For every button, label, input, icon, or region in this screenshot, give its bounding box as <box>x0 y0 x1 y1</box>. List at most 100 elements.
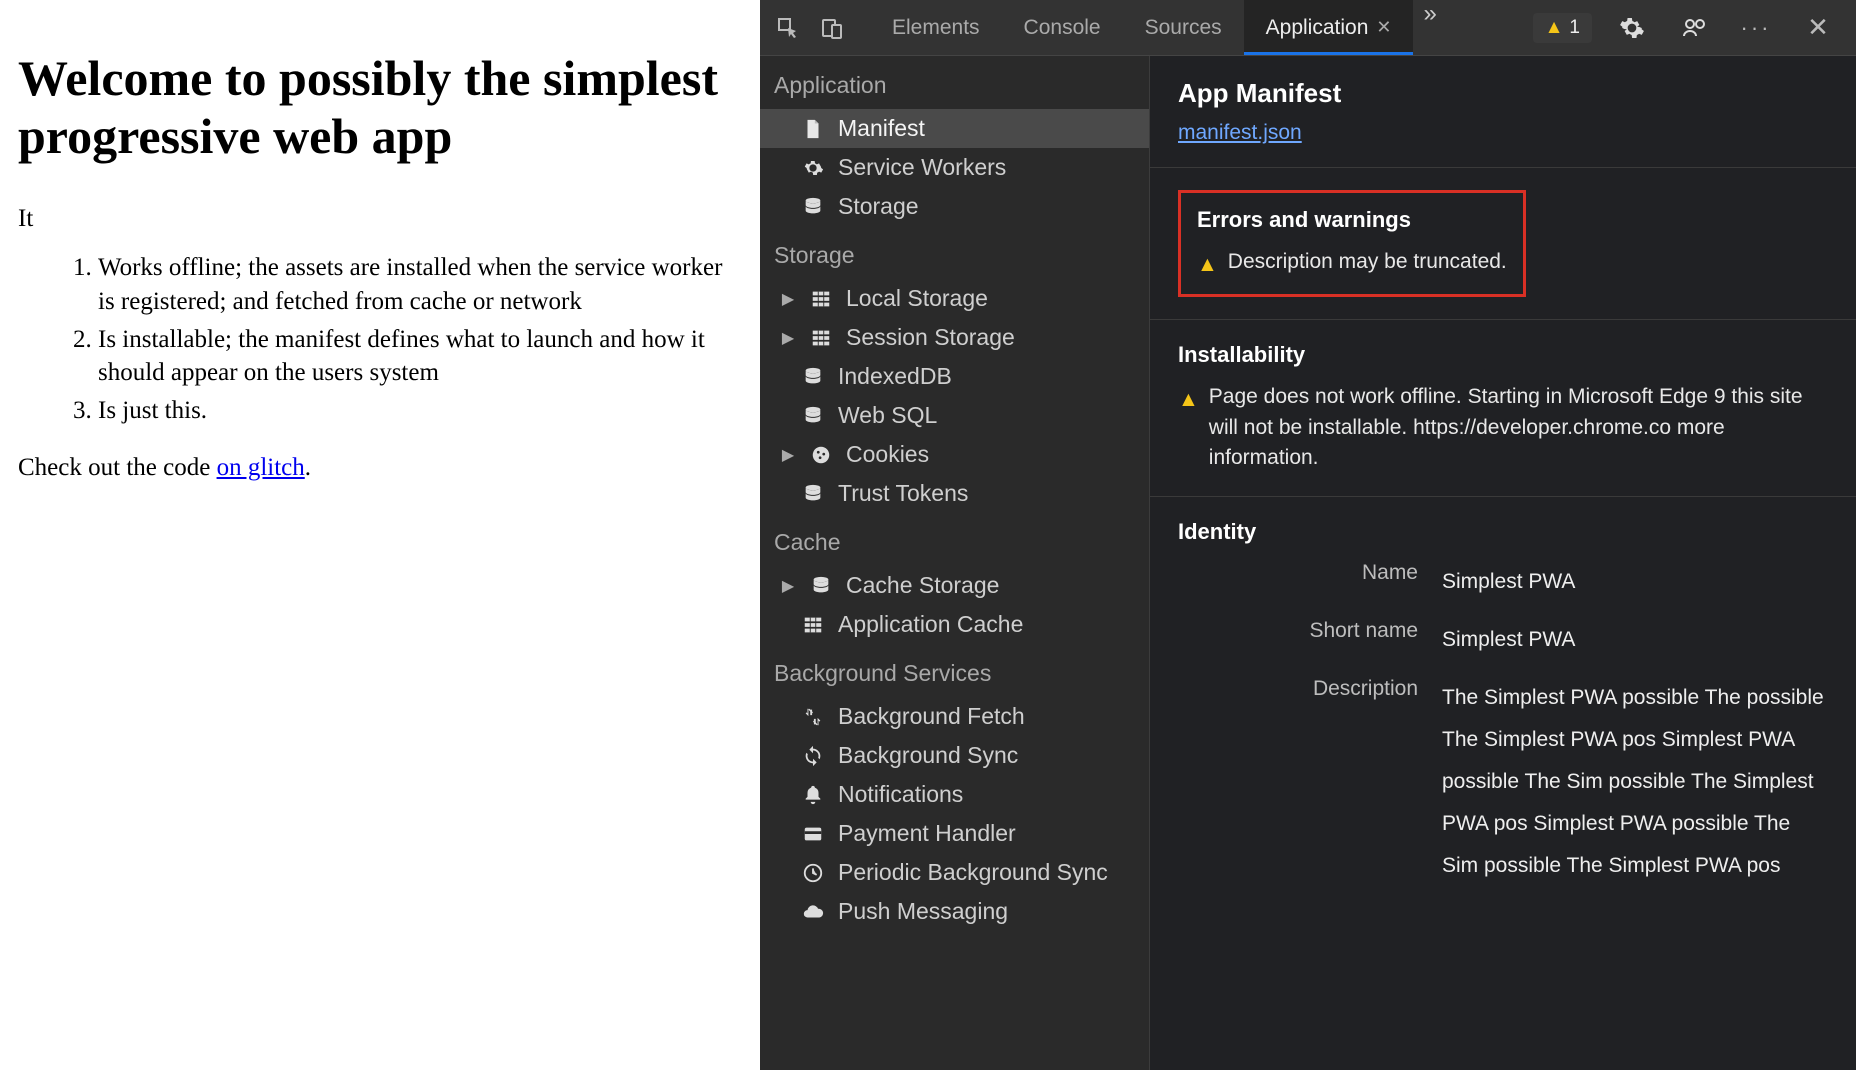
db-icon <box>800 404 826 428</box>
devtools-tabs: Elements Console Sources Application ✕ » <box>870 0 1447 55</box>
sidebar-item-label: Storage <box>838 193 919 220</box>
warning-badge[interactable]: ▲ 1 <box>1533 13 1592 43</box>
sync-icon <box>800 744 826 768</box>
sidebar-item-background-sync[interactable]: Background Sync <box>760 736 1149 775</box>
sidebar-group-title: Cache <box>760 513 1149 566</box>
more-icon[interactable]: ··· <box>1736 8 1776 48</box>
field-row: Description The Simplest PWA possible Th… <box>1178 677 1828 887</box>
cloud-icon <box>800 900 826 924</box>
field-label: Name <box>1178 561 1418 603</box>
device-toggle-icon[interactable] <box>812 8 852 48</box>
chevron-right-icon: ▶ <box>780 328 796 348</box>
sidebar-item-application-cache[interactable]: Application Cache <box>760 605 1149 644</box>
chevron-right-icon: ▶ <box>780 289 796 309</box>
db-icon <box>808 574 834 598</box>
sidebar-item-label: Trust Tokens <box>838 480 968 507</box>
field-row: Short name Simplest PWA <box>1178 619 1828 661</box>
sidebar-item-local-storage[interactable]: ▶ Local Storage <box>760 279 1149 318</box>
page-title: Welcome to possibly the simplest progres… <box>18 50 742 165</box>
grid-icon <box>800 613 826 637</box>
errors-section: Errors and warnings ▲ Description may be… <box>1150 168 1856 320</box>
sidebar-item-notifications[interactable]: Notifications <box>760 775 1149 814</box>
sidebar-item-indexeddb[interactable]: IndexedDB <box>760 357 1149 396</box>
tab-elements[interactable]: Elements <box>870 0 1002 55</box>
file-icon <box>800 117 826 141</box>
sidebar-item-push-messaging[interactable]: Push Messaging <box>760 892 1149 931</box>
grid-icon <box>808 326 834 350</box>
panel-title: App Manifest <box>1178 78 1828 109</box>
sidebar-item-label: Session Storage <box>846 324 1015 351</box>
sidebar-item-manifest[interactable]: Manifest <box>760 109 1149 148</box>
card-icon <box>800 822 826 846</box>
chevron-right-icon: ▶ <box>780 445 796 465</box>
glitch-link[interactable]: on glitch <box>217 454 305 481</box>
gear-icon <box>800 156 826 180</box>
sidebar-group-title: Application <box>760 56 1149 109</box>
page-outro: Check out the code on glitch. <box>18 454 742 482</box>
warning-icon: ▲ <box>1197 250 1218 280</box>
errors-warning-text: Description may be truncated. <box>1228 247 1507 277</box>
sidebar-item-label: Background Fetch <box>838 703 1025 730</box>
errors-title: Errors and warnings <box>1197 207 1507 233</box>
sidebar-item-storage[interactable]: Storage <box>760 187 1149 226</box>
identity-section: Identity Name Simplest PWA Short name Si… <box>1150 497 1856 925</box>
field-value: Simplest PWA <box>1442 619 1828 661</box>
sidebar-item-label: Notifications <box>838 781 963 808</box>
page-intro: It <box>18 205 742 233</box>
feedback-icon[interactable] <box>1674 8 1714 48</box>
installability-section: Installability ▲ Page does not work offl… <box>1150 320 1856 496</box>
application-sidebar: ApplicationManifest Service Workers Storag… <box>760 56 1150 1070</box>
sidebar-item-label: Service Workers <box>838 154 1006 181</box>
field-label: Short name <box>1178 619 1418 661</box>
field-value: The Simplest PWA possible The possible T… <box>1442 677 1828 887</box>
clock-icon <box>800 861 826 885</box>
tab-application[interactable]: Application ✕ <box>1244 0 1414 55</box>
close-icon[interactable]: ✕ <box>1376 17 1391 38</box>
list-item: Works offline; the assets are installed … <box>98 251 742 319</box>
devtools-toolbar: Elements Console Sources Application ✕ »… <box>760 0 1856 56</box>
sidebar-group-title: Background Services <box>760 644 1149 697</box>
sidebar-item-label: IndexedDB <box>838 363 952 390</box>
devtools: Elements Console Sources Application ✕ »… <box>760 0 1856 1070</box>
sidebar-item-label: Payment Handler <box>838 820 1016 847</box>
warning-count: 1 <box>1569 17 1580 39</box>
warning-icon: ▲ <box>1178 385 1199 415</box>
sidebar-item-web-sql[interactable]: Web SQL <box>760 396 1149 435</box>
installability-warning-text: Page does not work offline. Starting in … <box>1209 382 1828 473</box>
sidebar-item-service-workers[interactable]: Service Workers <box>760 148 1149 187</box>
manifest-header: App Manifest manifest.json <box>1150 56 1856 168</box>
settings-icon[interactable] <box>1612 8 1652 48</box>
manifest-detail: App Manifest manifest.json Errors and wa… <box>1150 56 1856 1070</box>
sidebar-item-label: Cookies <box>846 441 929 468</box>
sidebar-item-cookies[interactable]: ▶ Cookies <box>760 435 1149 474</box>
errors-highlight: Errors and warnings ▲ Description may be… <box>1178 190 1526 297</box>
cookie-icon <box>808 443 834 467</box>
sidebar-item-background-fetch[interactable]: Background Fetch <box>760 697 1149 736</box>
tab-sources[interactable]: Sources <box>1123 0 1244 55</box>
tabs-overflow-icon[interactable]: » <box>1413 0 1446 55</box>
manifest-link[interactable]: manifest.json <box>1178 121 1302 144</box>
page-list: Works offline; the assets are installed … <box>18 251 742 428</box>
list-item: Is installable; the manifest defines wha… <box>98 323 742 391</box>
sidebar-group-title: Storage <box>760 226 1149 279</box>
sidebar-item-trust-tokens[interactable]: Trust Tokens <box>760 474 1149 513</box>
sidebar-item-label: Background Sync <box>838 742 1018 769</box>
installability-title: Installability <box>1178 342 1828 368</box>
sidebar-item-label: Cache Storage <box>846 572 999 599</box>
sidebar-item-payment-handler[interactable]: Payment Handler <box>760 814 1149 853</box>
sidebar-item-label: Local Storage <box>846 285 988 312</box>
sidebar-item-periodic-background-sync[interactable]: Periodic Background Sync <box>760 853 1149 892</box>
identity-title: Identity <box>1178 519 1828 545</box>
close-devtools-icon[interactable]: ✕ <box>1798 8 1838 48</box>
db-icon <box>800 482 826 506</box>
field-value: Simplest PWA <box>1442 561 1828 603</box>
field-row: Name Simplest PWA <box>1178 561 1828 603</box>
inspect-element-icon[interactable] <box>768 8 808 48</box>
warning-icon: ▲ <box>1545 17 1564 39</box>
tab-console[interactable]: Console <box>1002 0 1123 55</box>
sidebar-item-label: Periodic Background Sync <box>838 859 1108 886</box>
db-icon <box>800 195 826 219</box>
sidebar-item-cache-storage[interactable]: ▶Cache Storage <box>760 566 1149 605</box>
sidebar-item-session-storage[interactable]: ▶ Session Storage <box>760 318 1149 357</box>
sidebar-item-label: Web SQL <box>838 402 937 429</box>
